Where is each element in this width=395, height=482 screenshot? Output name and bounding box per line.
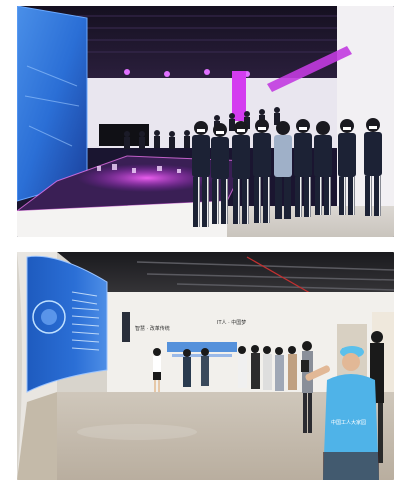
page: 智慧 · 改革传统 IT人 · 中国梦 中国工人大家园: [0, 0, 395, 482]
wall-sign-left: 智慧 · 改革传统: [135, 325, 170, 332]
photo-top-scene: [17, 6, 394, 237]
photo-bottom: 智慧 · 改革传统 IT人 · 中国梦 中国工人大家园: [17, 252, 394, 480]
photo-top: [17, 6, 394, 237]
photo-bottom-scene: 智慧 · 改革传统 IT人 · 中国梦 中国工人大家园: [17, 252, 394, 480]
wall-sign-right: IT人 · 中国梦: [217, 319, 246, 326]
vest-text: 中国工人大家园: [331, 419, 366, 426]
